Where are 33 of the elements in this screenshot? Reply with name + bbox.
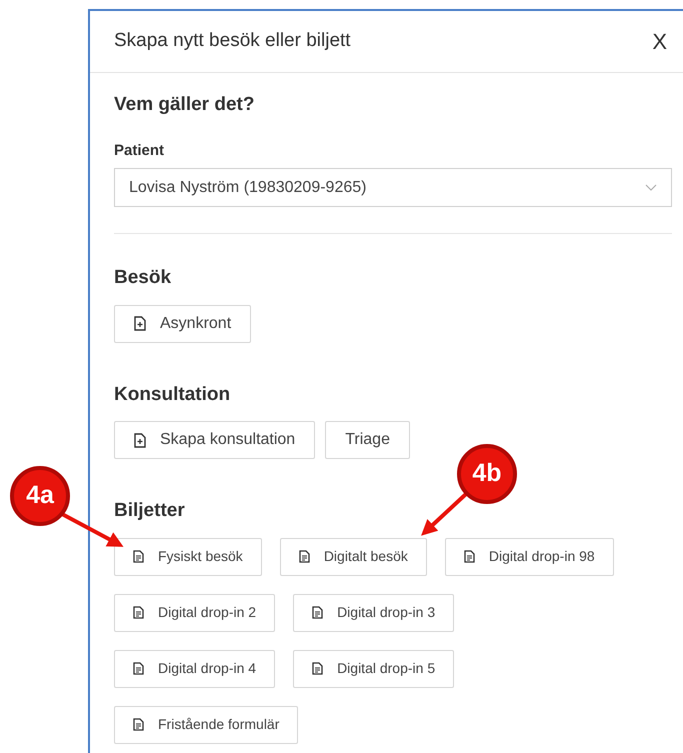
document-icon	[312, 606, 324, 619]
callout-badge: 4a	[10, 466, 70, 526]
chevron-down-icon	[645, 184, 657, 192]
patient-value: Lovisa Nyström (19830209-9265)	[129, 178, 366, 198]
ticket-button[interactable]: Digital drop-in 98	[444, 538, 614, 576]
document-plus-icon	[134, 316, 146, 331]
ticket-button[interactable]: Fristående formulär	[114, 706, 298, 744]
section-heading: Biljetter	[114, 499, 185, 523]
document-icon	[133, 718, 144, 731]
dialog-title: Skapa nytt besök eller biljett	[114, 29, 351, 54]
action-button[interactable]: Skapa konsultation	[114, 421, 316, 459]
section-heading: Vem gäller det?	[114, 93, 256, 117]
annotation-arrow	[421, 492, 468, 536]
patient-select[interactable]: Lovisa Nyström (19830209-9265)	[114, 168, 672, 207]
document-icon	[133, 662, 144, 675]
field-label: Patient	[114, 140, 166, 160]
document-icon	[298, 550, 310, 563]
document-icon	[133, 606, 144, 619]
action-button[interactable]: Asynkront	[114, 304, 252, 342]
section-heading: Konsultation	[114, 382, 230, 406]
action-button[interactable]: Triage	[325, 421, 410, 459]
document-icon	[464, 550, 475, 563]
close-button[interactable]: X	[648, 25, 671, 58]
ticket-button[interactable]: Digital drop-in 3	[293, 594, 454, 632]
ticket-button[interactable]: Digital drop-in 4	[114, 650, 276, 688]
ticket-button[interactable]: Digital drop-in 2	[114, 594, 276, 632]
section-heading: Besök	[114, 266, 172, 290]
document-icon	[133, 550, 144, 563]
ticket-button[interactable]: Digital drop-in 5	[293, 650, 454, 688]
ticket-button[interactable]: Digitalt besök	[280, 538, 427, 576]
document-icon	[312, 662, 324, 675]
ticket-button[interactable]: Fysiskt besök	[114, 538, 262, 576]
document-plus-icon	[134, 432, 146, 448]
